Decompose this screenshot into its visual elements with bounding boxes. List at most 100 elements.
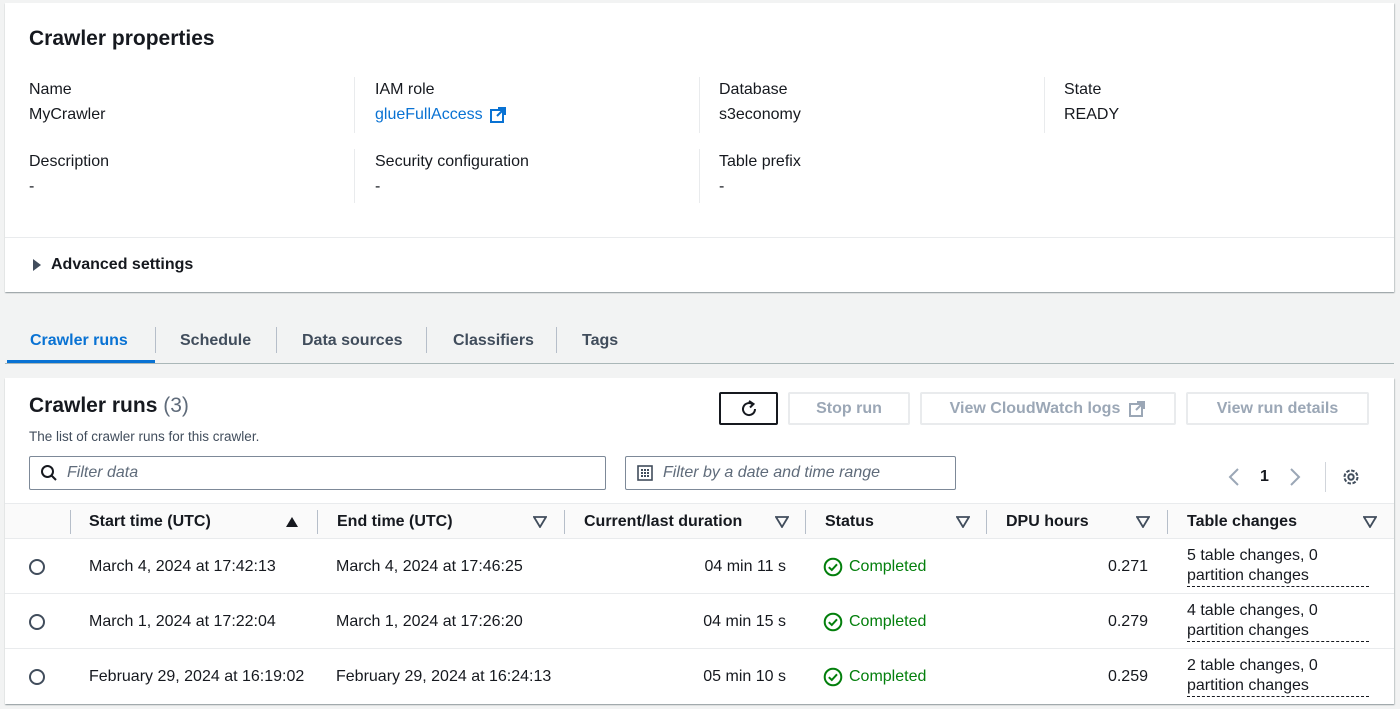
table-row[interactable]: March 4, 2024 at 17:42:13 March 4, 2024 … [5,540,1394,594]
sort-icon[interactable] [1136,504,1150,540]
crawler-properties-panel: Crawler properties Name MyCrawler IAM ro… [5,3,1394,292]
external-link-icon [1129,400,1146,417]
iam-role-label: IAM role [375,81,435,98]
pagination: 1 [1228,462,1362,492]
crawler-runs-panel: Crawler runs (3) The list of crawler run… [5,378,1394,704]
col-table-changes[interactable]: Table changes [1187,504,1297,540]
dpu-hours-cell: 0.279 [1107,613,1148,630]
chevron-left-icon[interactable] [1228,467,1240,487]
status-text: Completed [849,613,927,630]
tab-tags[interactable]: Tags [557,318,643,364]
duration-cell: 05 min 10 s [703,668,786,685]
table-changes-text: 2 table changes, 0 [1187,657,1318,674]
security-config-label: Security configuration [375,153,529,170]
active-tab-indicator [7,360,155,363]
filter-data-input[interactable]: Filter data [29,456,606,490]
sort-icon[interactable] [1363,504,1377,540]
table-changes-text: 5 table changes, 0 [1187,547,1318,564]
iam-role-property: IAM role glueFullAccess [375,81,705,124]
search-icon [41,465,57,481]
cloudwatch-label: View CloudWatch logs [949,399,1121,417]
table-row[interactable]: March 1, 2024 at 17:22:04 March 1, 2024 … [5,595,1394,649]
tab-data-sources[interactable]: Data sources [277,318,428,364]
view-cloudwatch-logs-button[interactable]: View CloudWatch logs [920,392,1176,425]
start-time-cell: March 1, 2024 at 17:22:04 [89,613,276,630]
pager-divider [1324,462,1326,492]
sort-icon[interactable] [956,504,970,540]
view-run-details-button[interactable]: View run details [1186,392,1369,425]
start-time-cell: February 29, 2024 at 16:19:02 [89,668,305,685]
database-property: Database s3economy [719,81,1049,124]
runs-description: The list of crawler runs for this crawle… [29,429,260,444]
column-divider [986,510,987,534]
sort-ascending-icon[interactable] [285,504,299,540]
partition-changes-text[interactable]: partition changes [1187,621,1369,642]
column-divider [354,77,355,133]
column-divider [564,510,565,534]
row-select-radio[interactable] [29,614,45,630]
advanced-settings-toggle[interactable]: Advanced settings [31,256,193,274]
state-value: READY [1064,106,1120,123]
description-property: Description - [29,153,359,196]
table-row[interactable]: February 29, 2024 at 16:19:02 February 2… [5,650,1394,704]
iam-role-value: glueFullAccess [375,106,483,123]
security-config-value: - [375,178,381,195]
partition-changes-text[interactable]: partition changes [1187,566,1369,587]
caret-right-icon [33,259,41,271]
col-dpu-hours[interactable]: DPU hours [1006,504,1089,540]
row-select-radio[interactable] [29,669,45,685]
col-status[interactable]: Status [825,504,874,540]
external-link-icon [489,107,506,123]
table-changes-cell[interactable]: 2 table changes, 0 partition changes [1187,650,1387,704]
sort-icon[interactable] [775,504,789,540]
stop-run-button[interactable]: Stop run [788,392,910,425]
status-cell: Completed [823,595,983,649]
col-end-time[interactable]: End time (UTC) [337,504,453,540]
success-check-icon [823,612,843,632]
section-divider [5,237,1394,238]
dpu-hours-cell: 0.259 [1107,668,1148,685]
table-header: Start time (UTC) End time (UTC) Current/… [5,503,1394,539]
sort-icon[interactable] [533,504,547,540]
column-divider [699,77,700,133]
table-changes-cell[interactable]: 5 table changes, 0 partition changes [1187,540,1387,594]
row-select-radio[interactable] [29,559,45,575]
runs-heading: Crawler runs (3) [29,394,189,418]
status-text: Completed [849,558,927,575]
settings-gear-icon[interactable] [1340,466,1362,488]
description-value: - [29,178,35,195]
database-label: Database [719,81,788,98]
column-divider [317,510,318,534]
refresh-icon [741,399,756,416]
table-prefix-value: - [719,178,725,195]
runs-title: Crawler runs [29,394,158,417]
page-number[interactable]: 1 [1260,468,1269,486]
state-label: State [1064,81,1102,98]
partition-changes-text[interactable]: partition changes [1187,676,1369,697]
table-changes-text: 4 table changes, 0 [1187,602,1318,619]
name-value: MyCrawler [29,106,106,123]
table-changes-cell[interactable]: 4 table changes, 0 partition changes [1187,595,1387,649]
column-divider [805,510,806,534]
panel-title: Crawler properties [29,27,215,50]
tab-crawler-runs[interactable]: Crawler runs [5,318,153,364]
col-duration[interactable]: Current/last duration [584,504,742,540]
column-divider [70,510,71,534]
column-divider [354,149,355,203]
date-range-filter[interactable]: Filter by a date and time range [625,456,956,490]
iam-role-link[interactable]: glueFullAccess [375,106,507,124]
tab-bar: Crawler runs Schedule Data sources Class… [5,318,1394,364]
success-check-icon [823,557,843,577]
refresh-button[interactable] [719,392,778,425]
end-time-cell: March 4, 2024 at 17:46:25 [336,558,523,575]
name-property: Name MyCrawler [29,81,359,124]
runs-count: (3) [163,394,189,417]
duration-cell: 04 min 11 s [704,558,786,575]
tab-schedule[interactable]: Schedule [155,318,276,364]
dpu-hours-cell: 0.271 [1107,558,1148,575]
status-cell: Completed [823,650,983,704]
end-time-cell: February 29, 2024 at 16:24:13 [336,668,552,685]
col-start-time[interactable]: Start time (UTC) [89,504,211,540]
chevron-right-icon[interactable] [1289,467,1301,487]
tab-classifiers[interactable]: Classifiers [428,318,559,364]
